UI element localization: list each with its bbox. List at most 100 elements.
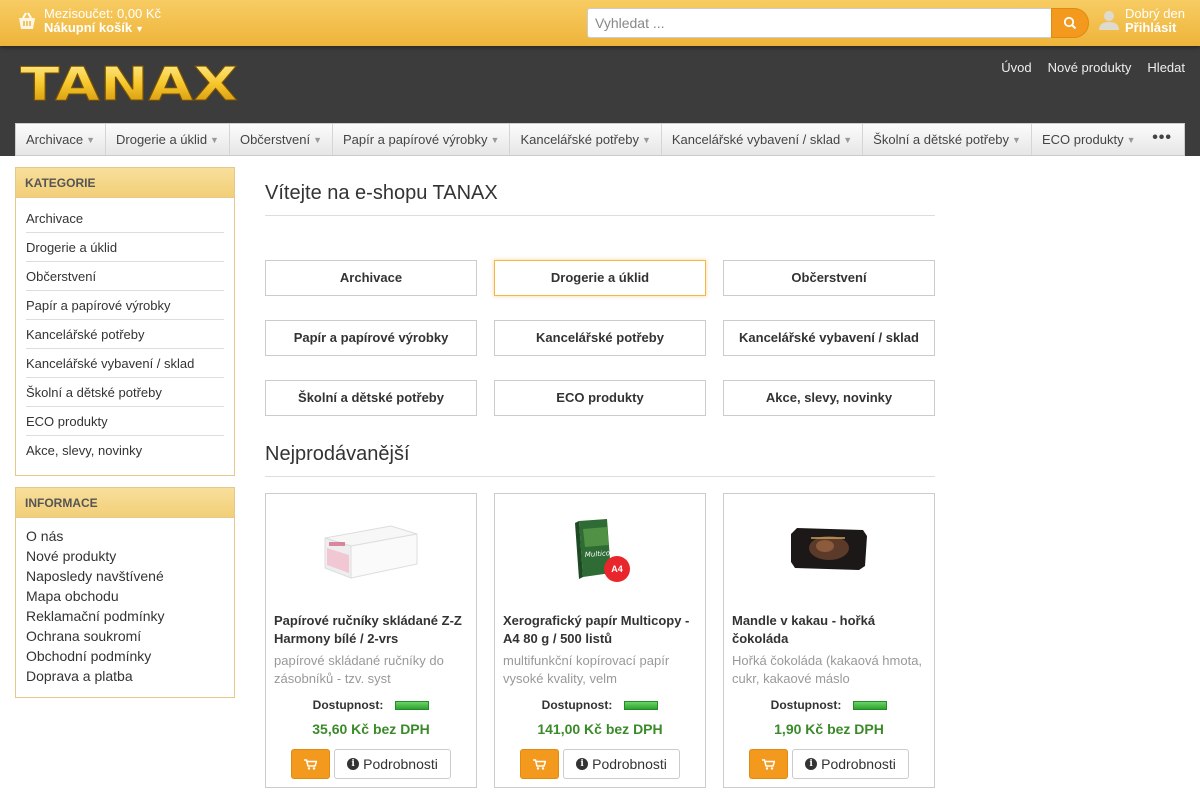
menu-item-eco[interactable]: ECO produkty ▼ [1032,124,1146,155]
menu-label: Občerstvení [239,132,311,147]
product-title[interactable]: Papírové ručníky skládané Z-Z Harmony bí… [274,612,470,648]
caret-down-icon: ▼ [641,134,651,145]
category-button-kancelarske-vybaveni[interactable]: Kancelářské vybavení / sklad [723,320,935,356]
menu-label: Archivace [26,132,84,147]
product-image-chocolate[interactable] [724,509,934,589]
sidebar-item-skolni[interactable]: Školní a dětské potřeby [26,378,224,407]
product-title[interactable]: Mandle v kakau - hořká čokoláda [732,612,928,648]
sidebar-item-eco[interactable]: ECO produkty [26,407,224,436]
login-link[interactable]: Přihlásit [1125,21,1185,35]
details-button[interactable]: i Podrobnosti [563,749,680,779]
details-label: Podrobnosti [592,756,667,772]
info-link-ochrana[interactable]: Ochrana soukromí [26,626,224,646]
info-link-mapa[interactable]: Mapa obchodu [26,586,224,606]
logo-text: TANAX [20,60,238,106]
search-icon [1063,16,1077,30]
menu-label: Drogerie a úklid [116,132,208,147]
product-price: 1,90 Kč bez DPH [774,721,884,737]
link-search[interactable]: Hledat [1147,60,1185,75]
sidebar-info-title: INFORMACE [16,488,234,518]
sidebar-categories: KATEGORIE Archivace Drogerie a úklid Obč… [15,167,235,476]
info-link-doprava[interactable]: Doprava a platba [26,666,224,686]
sidebar-item-papir[interactable]: Papír a papírové výrobky [26,291,224,320]
sidebar-item-obcerstveni[interactable]: Občerstvení [26,262,224,291]
info-icon: i [805,758,818,770]
caret-down-icon: ▼ [490,134,500,145]
user-widget[interactable]: Dobrý den Přihlásit [1098,7,1185,35]
header-links: Úvod Nové produkty Hledat [1001,60,1185,75]
category-button-archivace[interactable]: Archivace [265,260,477,296]
top-bar: Mezisoučet: 0,00 Kč Nákupní košík▼ Dobrý… [0,0,1200,46]
cart-link[interactable]: Nákupní košík ▼ [44,21,161,36]
details-button[interactable]: i Podrobnosti [792,749,909,779]
info-link-naposledy[interactable]: Naposledy navštívené [26,566,224,586]
main-menu: Archivace ▼ Drogerie a úklid ▼ Občerstvení… [15,123,1185,156]
info-icon: i [576,758,589,770]
product-title[interactable]: Xerografický papír Multicopy - A4 80 g /… [503,612,699,648]
sidebar-item-kancelarske-potreby[interactable]: Kancelářské potřeby [26,320,224,349]
sidebar-item-akce[interactable]: Akce, slevy, novinky [26,436,224,465]
info-link-nove-produkty[interactable]: Nové produkty [26,546,224,566]
availability-bar [395,701,430,711]
sidebar-item-drogerie[interactable]: Drogerie a úklid [26,233,224,262]
menu-item-archivace[interactable]: Archivace ▼ [16,124,106,155]
menu-item-papir[interactable]: Papír a papírové výrobky ▼ [333,124,511,155]
details-label: Podrobnosti [821,756,896,772]
more-menu-icon[interactable]: ••• [1152,130,1172,146]
cart-widget[interactable]: Mezisoučet: 0,00 Kč Nákupní košík ▼ [16,7,161,36]
availability-bar [853,701,888,711]
caret-down-icon: ▼ [210,134,219,145]
caret-down-icon: ▼ [313,134,322,145]
product-price: 35,60 Kč bez DPH [312,721,430,737]
menu-item-skolni[interactable]: Školní a dětské potřeby ▼ [863,124,1032,155]
category-button-kancelarske-potreby[interactable]: Kancelářské potřeby [494,320,706,356]
basket-icon [19,12,35,29]
sidebar-categories-title: KATEGORIE [16,168,234,198]
cart-icon [762,758,775,770]
add-to-cart-button[interactable] [520,749,559,779]
details-button[interactable]: i Podrobnosti [334,749,451,779]
info-link-obchodni[interactable]: Obchodní podmínky [26,646,224,666]
add-to-cart-button[interactable] [291,749,330,779]
category-button-papir[interactable]: Papír a papírové výrobky [265,320,477,356]
category-button-skolni[interactable]: Školní a dětské potřeby [265,380,477,416]
menu-item-kancelarske-potreby[interactable]: Kancelářské potřeby ▼ [510,124,662,155]
menu-item-obcerstveni[interactable]: Občerstvení ▼ [230,124,333,155]
category-button-obcerstveni[interactable]: Občerstvení [723,260,935,296]
menu-label: Papír a papírové výrobky [342,132,488,147]
cart-icon [533,758,546,770]
caret-down-icon: ▼ [1012,134,1021,145]
category-button-akce[interactable]: Akce, slevy, novinky [723,380,935,416]
info-icon: i [347,758,360,770]
availability-label: Dostupnost: [770,698,842,712]
category-button-eco[interactable]: ECO produkty [494,380,706,416]
sidebar-item-kancelarske-vybaveni[interactable]: Kancelářské vybavení / sklad [26,349,224,378]
product-description: Hořká čokoláda (kakaová hmota, cukr, kak… [732,653,923,686]
product-image-paper[interactable]: Multicopy A4 [495,509,705,589]
menu-item-drogerie[interactable]: Drogerie a úklid ▼ [106,124,230,155]
link-new-products[interactable]: Nové produkty [1048,60,1132,75]
search-button[interactable] [1051,8,1089,38]
info-link-reklamace[interactable]: Reklamační podmínky [26,606,224,626]
menu-label: Školní a dětské potřeby [873,132,1010,147]
availability: Dostupnost: [495,698,705,712]
category-button-drogerie[interactable]: Drogerie a úklid [494,260,706,296]
availability-label: Dostupnost: [312,698,384,712]
cart-label: Nákupní košík [44,20,133,35]
caret-down-icon: ▼ [86,134,95,145]
sidebar-info: INFORMACE O nás Nové produkty Naposledy … [15,487,235,698]
product-image-towels[interactable] [266,509,476,589]
search-input[interactable] [587,8,1052,38]
sidebar-item-archivace[interactable]: Archivace [26,204,224,233]
product-card: Papírové ručníky skládané Z-Z Harmony bí… [265,493,477,788]
logo[interactable]: TANAX [20,57,240,112]
menu-item-kancelarske-vybaveni[interactable]: Kancelářské vybavení / sklad ▼ [662,124,864,155]
search-form [587,8,1089,38]
info-link-o-nas[interactable]: O nás [26,526,224,546]
product-description: papírové skládané ručníky do zásobníků -… [274,653,444,686]
details-label: Podrobnosti [363,756,438,772]
link-home[interactable]: Úvod [1001,60,1031,75]
availability-bar [624,701,659,711]
a4-badge: A4 [611,564,623,574]
add-to-cart-button[interactable] [749,749,788,779]
